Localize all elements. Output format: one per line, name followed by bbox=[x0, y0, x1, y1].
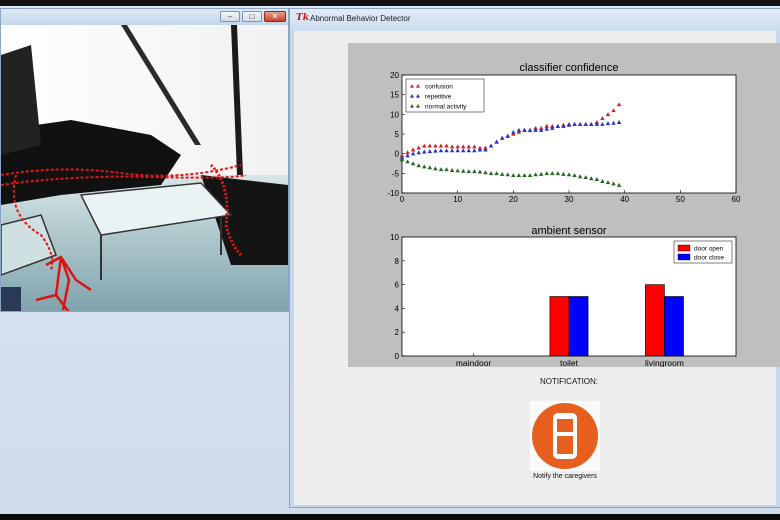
mobile-phone-icon bbox=[553, 413, 577, 459]
sensor-chart-title: ambient sensor bbox=[531, 225, 607, 237]
confidence-x-tick-label: 40 bbox=[620, 195, 629, 204]
confidence-x-tick-label: 60 bbox=[732, 195, 741, 204]
confidence-legend-label: repetitive bbox=[425, 94, 452, 101]
notify-caregivers-button[interactable]: Notify the caregivers bbox=[530, 401, 600, 483]
sensor-bar-door-open bbox=[549, 296, 570, 357]
close-button[interactable]: ✕ bbox=[264, 11, 286, 22]
sensor-y-tick-label: 2 bbox=[395, 328, 400, 337]
sensor-category-label: livingroom bbox=[645, 358, 684, 367]
sensor-y-tick-label: 6 bbox=[395, 281, 400, 290]
bottom-screen-edge bbox=[0, 514, 780, 520]
confidence-x-tick-label: 30 bbox=[565, 195, 574, 204]
point-cloud-render bbox=[1, 25, 288, 311]
confidence-y-tick-label: 20 bbox=[390, 71, 399, 80]
confidence-y-tick-label: 15 bbox=[390, 91, 399, 100]
sensor-category-label: toilet bbox=[560, 358, 579, 367]
window-title: Abnormal Behavior Detector bbox=[310, 14, 411, 23]
sensor-bar-door-close bbox=[664, 296, 684, 357]
point-cloud-view[interactable] bbox=[1, 25, 288, 311]
sensor-legend-label: door open bbox=[694, 246, 724, 253]
confidence-x-tick-label: 50 bbox=[676, 195, 685, 204]
sensor-y-tick-label: 8 bbox=[395, 257, 400, 266]
detector-client-area: classifier confidence 0 10 20 30 40 50 60 -10 -5 0… bbox=[294, 31, 780, 505]
point-cloud-window-titlebar[interactable]: – □ ✕ bbox=[1, 9, 288, 25]
confidence-x-tick-label: 10 bbox=[453, 195, 462, 204]
point-cloud-window[interactable]: – □ ✕ bbox=[0, 8, 289, 312]
notify-button-label: Notify the caregivers bbox=[533, 473, 597, 480]
sensor-legend-swatch bbox=[677, 244, 691, 252]
confidence-y-tick-label: 10 bbox=[390, 110, 399, 119]
maximize-button[interactable]: □ bbox=[242, 11, 262, 22]
sensor-bar-door-close bbox=[568, 296, 589, 357]
charts-figure: classifier confidence 0 10 20 30 40 50 60 -10 -5 0… bbox=[348, 43, 780, 367]
sensor-y-tick-label: 10 bbox=[390, 233, 399, 242]
sensor-y-tick-label: 4 bbox=[395, 304, 400, 313]
sensor-category-label: maindoor bbox=[456, 358, 492, 367]
charts-canvas: classifier confidence0 10 20 30 40 50 60-10-50… bbox=[387, 62, 741, 367]
confidence-x-tick-label: 20 bbox=[509, 195, 518, 204]
abnormal-behavior-detector-window[interactable]: Tk Abnormal Behavior Detector classifier… bbox=[289, 8, 780, 508]
minimize-button[interactable]: – bbox=[220, 11, 240, 22]
sensor-bar-door-open bbox=[645, 284, 665, 357]
tk-app-icon: Tk bbox=[296, 13, 309, 23]
confidence-y-tick-label: 5 bbox=[395, 130, 400, 139]
confidence-x-tick-label: 0 bbox=[400, 195, 405, 204]
sensor-legend-label: door close bbox=[694, 255, 724, 262]
confidence-y-tick-label: -10 bbox=[387, 189, 399, 198]
detector-window-titlebar[interactable]: Tk Abnormal Behavior Detector bbox=[290, 9, 780, 31]
sensor-y-tick-label: 0 bbox=[395, 352, 400, 361]
confidence-legend-label: confusion bbox=[425, 84, 453, 91]
confidence-legend-label: normal activity bbox=[425, 104, 467, 111]
sensor-legend-swatch bbox=[677, 253, 691, 261]
confidence-y-tick-label: 0 bbox=[395, 150, 400, 159]
notification-label: NOTIFICATION: bbox=[539, 377, 599, 386]
confidence-y-tick-label: -5 bbox=[392, 169, 400, 178]
confidence-chart-title: classifier confidence bbox=[519, 62, 618, 74]
